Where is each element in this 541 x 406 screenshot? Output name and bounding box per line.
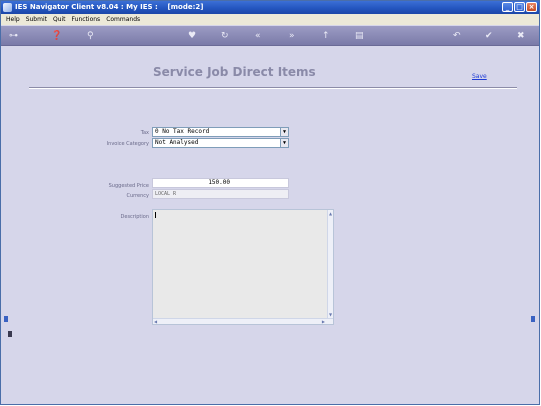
- left-edge-marker: [4, 316, 8, 322]
- chevron-down-icon[interactable]: ▼: [280, 128, 288, 136]
- tax-select[interactable]: 0 No Tax Record ▼: [152, 127, 289, 137]
- title-bar: IES Navigator Client v8.04 : My IES : [m…: [1, 1, 539, 14]
- scroll-up-icon[interactable]: ▲: [329, 211, 332, 216]
- text-cursor: [155, 212, 156, 218]
- save-link[interactable]: Save: [472, 73, 487, 80]
- tax-label: Tax: [140, 130, 149, 136]
- app-logo-icon: [3, 3, 12, 12]
- invoice-category-label: Invoice Category: [106, 141, 149, 147]
- toolbar: ⊶ ❓ ⚲ ♥ ↻ « » ↑ ▤ ↶ ✔ ✖: [1, 26, 539, 46]
- invoice-category-value: Not Analysed: [155, 139, 199, 146]
- heart-icon[interactable]: ♥: [188, 30, 196, 42]
- help-icon[interactable]: ❓: [51, 30, 62, 42]
- scroll-left-icon[interactable]: ◀: [154, 319, 157, 324]
- description-textarea[interactable]: ▲ ▼ ◀ ▶: [152, 209, 334, 325]
- vertical-scrollbar[interactable]: ▲ ▼: [327, 210, 333, 324]
- right-edge-marker: [531, 316, 535, 322]
- window-controls: _ □ ×: [502, 2, 537, 12]
- close-window-button[interactable]: ×: [526, 2, 537, 12]
- currency-label: Currency: [126, 193, 149, 199]
- maximize-button[interactable]: □: [514, 2, 525, 12]
- title-divider: [29, 87, 517, 89]
- window-title-text: IES Navigator Client v8.04 : My IES :: [15, 3, 158, 11]
- check-icon[interactable]: ✔: [485, 30, 493, 42]
- form-area: Service Job Direct Items Save Tax 0 No T…: [1, 47, 539, 404]
- page-title: Service Job Direct Items: [153, 65, 316, 79]
- chevron-down-icon[interactable]: ▼: [280, 139, 288, 147]
- menu-submit[interactable]: Submit: [26, 16, 47, 23]
- menu-functions[interactable]: Functions: [72, 16, 101, 23]
- back-icon[interactable]: ↶: [453, 30, 461, 42]
- application-window: IES Navigator Client v8.04 : My IES : [m…: [0, 0, 540, 405]
- tax-select-value: 0 No Tax Record: [155, 128, 210, 135]
- search-icon[interactable]: ⚲: [87, 30, 94, 42]
- upload-icon[interactable]: ↑: [322, 30, 330, 42]
- minimize-button[interactable]: _: [502, 2, 513, 12]
- key-icon[interactable]: ⊶: [9, 30, 18, 42]
- window-title: IES Navigator Client v8.04 : My IES : [m…: [15, 3, 203, 11]
- left-edge-handle: [8, 331, 12, 337]
- invoice-category-select[interactable]: Not Analysed ▼: [152, 138, 289, 148]
- fast-forward-icon[interactable]: »: [289, 30, 295, 42]
- horizontal-scrollbar[interactable]: ◀ ▶: [153, 318, 333, 324]
- description-label: Description: [120, 214, 149, 220]
- menu-help[interactable]: Help: [6, 16, 20, 23]
- close-icon[interactable]: ✖: [517, 30, 525, 42]
- menu-bar: Help Submit Quit Functions Commands: [1, 14, 539, 25]
- list-icon[interactable]: ▤: [355, 30, 364, 42]
- menu-commands[interactable]: Commands: [106, 16, 140, 23]
- suggested-price-field[interactable]: 150.00: [152, 178, 289, 188]
- currency-field: LOCAL R: [152, 189, 289, 199]
- scroll-right-icon[interactable]: ▶: [322, 319, 325, 324]
- suggested-price-label: Suggested Price: [108, 183, 149, 189]
- scroll-down-icon[interactable]: ▼: [329, 312, 332, 317]
- refresh-icon[interactable]: ↻: [221, 30, 229, 42]
- rewind-icon[interactable]: «: [255, 30, 261, 42]
- menu-quit[interactable]: Quit: [53, 16, 66, 23]
- window-mode: [mode:2]: [167, 3, 204, 11]
